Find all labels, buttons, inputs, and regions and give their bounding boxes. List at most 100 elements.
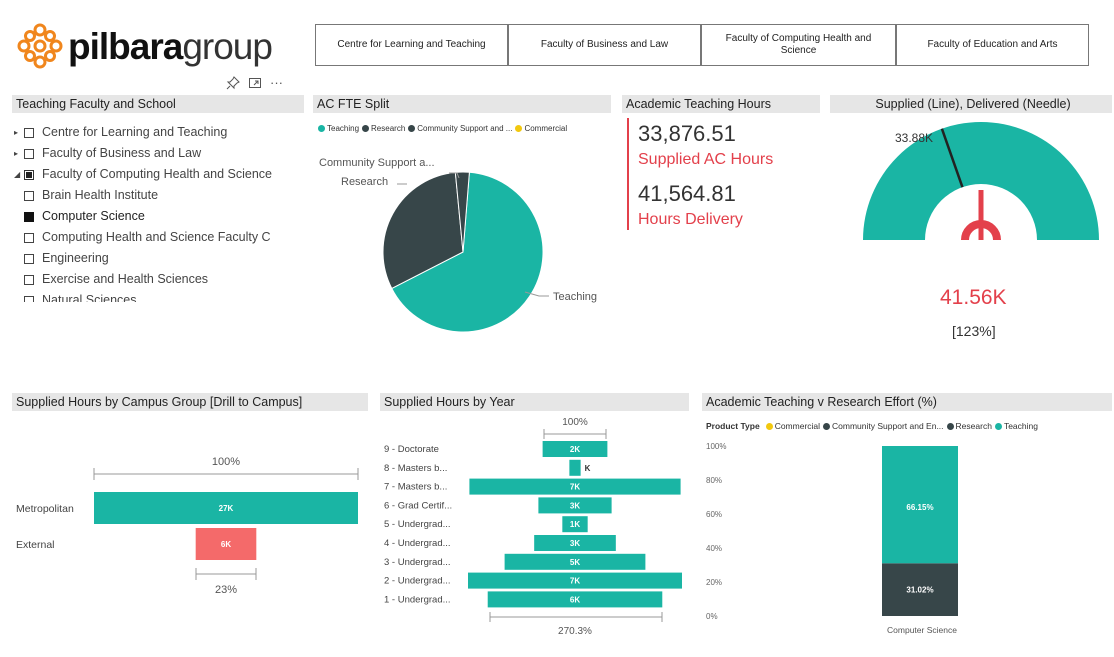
effort-research-label: 31.02%	[906, 586, 933, 595]
gauge-percent-label: [123%]	[952, 323, 996, 339]
year-category-label: 6 - Grad Certif...	[384, 500, 452, 511]
tree-item-label: Natural Sciences	[42, 293, 137, 302]
slicer-button-computing-health-science[interactable]: Faculty of Computing Health and Science	[701, 24, 896, 66]
tree-item-exercise-health[interactable]: Exercise and Health Sciences	[14, 269, 304, 290]
effort-category-label: Computer Science	[887, 625, 957, 635]
tree-item-computing-health-science[interactable]: ◢ Faculty of Computing Health and Science	[14, 164, 304, 185]
effort-ytick-label: 40%	[706, 544, 722, 553]
slicer-button-centre-learning-teaching[interactable]: Centre for Learning and Teaching	[315, 24, 508, 66]
checkbox-icon[interactable]	[24, 295, 34, 302]
year-category-label: 7 - Masters b...	[384, 482, 447, 493]
checkbox-partial-icon[interactable]	[24, 169, 34, 180]
tree-item-label: Computing Health and Science Faculty C	[42, 230, 271, 244]
effort-legend-research-marker	[946, 422, 954, 430]
effort-legend-community-marker	[823, 422, 831, 430]
pilbara-logo: pilbaragroup	[16, 22, 276, 72]
year-bottom-percent: 270.3%	[558, 626, 592, 637]
year-top-percent: 100%	[562, 417, 588, 428]
logo-name-bold: pilbara	[68, 26, 183, 67]
checkbox-icon[interactable]	[24, 127, 34, 138]
pin-icon[interactable]	[226, 76, 240, 90]
campus-funnel-chart: 100% 23% 27K Metropolitan 6K External	[16, 456, 359, 596]
year-bar-label: 5K	[570, 558, 580, 567]
tree-item-computer-science[interactable]: Computer Science	[14, 206, 304, 227]
campus-bottom-percent: 23%	[215, 584, 237, 596]
gauge-line-label: 33.88K	[895, 131, 933, 145]
tree-item-brain-health-institute[interactable]: Brain Health Institute	[14, 185, 304, 206]
checkbox-icon[interactable]	[24, 190, 34, 201]
more-options-icon[interactable]: ···	[270, 76, 283, 90]
campus-category-label: Metropolitan	[16, 503, 74, 515]
checkbox-icon[interactable]	[24, 232, 34, 243]
academic-hours-title: Academic Teaching Hours	[622, 95, 820, 113]
effort-legend-teaching-marker	[994, 422, 1002, 430]
delivery-hours-label: Hours Delivery	[638, 211, 743, 228]
campus-top-percent: 100%	[212, 456, 240, 468]
year-bar-label: 7K	[570, 483, 580, 492]
kpi-accent-bar	[627, 118, 629, 230]
pie-label-research: Research	[341, 176, 388, 188]
year-bar-label: 3K	[570, 539, 580, 548]
logo-name-light: group	[182, 26, 273, 67]
tree-item-label: Faculty of Computing Health and Science	[42, 167, 272, 181]
year-bar-label: 2K	[570, 445, 580, 454]
effort-ytick-label: 0%	[706, 612, 718, 621]
effort-teaching-label: 66.15%	[906, 503, 933, 512]
year-bar[interactable]	[569, 459, 581, 476]
pie-label-teaching: Teaching	[553, 291, 597, 303]
tree-item-label: Engineering	[42, 251, 109, 265]
effort-ytick-label: 100%	[706, 442, 726, 451]
effort-legend-teaching: Teaching	[1003, 421, 1038, 431]
effort-legend-commercial: Commercial	[774, 421, 821, 431]
campus-title: Supplied Hours by Campus Group [Drill to…	[12, 393, 368, 411]
fte-legend: Teaching Research Community Support and …	[318, 124, 567, 133]
effort-legend-commercial-marker	[765, 422, 773, 430]
tree-item-natural-sciences[interactable]: Natural Sciences	[14, 290, 304, 302]
logo-mark-icon	[17, 23, 63, 69]
expand-icon[interactable]: ▸	[14, 143, 24, 164]
checkbox-checked-icon[interactable]	[24, 211, 34, 222]
tree-item-engineering[interactable]: Engineering	[14, 248, 304, 269]
gauge-chart: 33.88K	[863, 122, 1099, 241]
effort-legend-community: Community Support and En...	[832, 421, 944, 431]
legend-commercial-marker	[515, 125, 523, 132]
focus-mode-icon[interactable]	[248, 76, 262, 90]
visual-header-toolbar: ···	[226, 76, 283, 90]
checkbox-icon[interactable]	[24, 253, 34, 264]
tree-item-label: Brain Health Institute	[42, 188, 159, 202]
tree-item-business-law[interactable]: ▸ Faculty of Business and Law	[14, 143, 304, 164]
year-category-label: 9 - Doctorate	[384, 444, 439, 455]
checkbox-icon[interactable]	[24, 148, 34, 159]
expand-icon[interactable]: ▸	[14, 122, 24, 143]
teaching-faculty-title: Teaching Faculty and School	[12, 95, 304, 113]
by-year-title: Supplied Hours by Year	[380, 393, 689, 411]
effort-title: Academic Teaching v Research Effort (%)	[702, 393, 1112, 411]
legend-research: Research	[371, 124, 406, 133]
campus-bar-label: 6K	[221, 540, 231, 549]
effort-legend-title: Product Type	[706, 421, 760, 431]
tree-item-label: Computer Science	[42, 209, 145, 223]
tree-item-centre-learning-teaching[interactable]: ▸ Centre for Learning and Teaching	[14, 122, 304, 143]
legend-research-marker	[362, 125, 370, 132]
teaching-faculty-tree[interactable]: ▸ Centre for Learning and Teaching ▸ Facul…	[14, 122, 304, 302]
tree-item-label: Centre for Learning and Teaching	[42, 125, 228, 139]
year-bar-label: 6K	[570, 595, 580, 604]
campus-category-label: External	[16, 539, 55, 551]
effort-ytick-label: 80%	[706, 476, 722, 485]
gauge-value-label: 41.56K	[940, 286, 1007, 309]
slicer-button-business-law[interactable]: Faculty of Business and Law	[508, 24, 701, 66]
legend-teaching-marker	[318, 125, 325, 132]
effort-legend-research: Research	[955, 421, 992, 431]
collapse-icon[interactable]: ◢	[14, 164, 24, 185]
slicer-button-education-arts[interactable]: Faculty of Education and Arts	[896, 24, 1089, 66]
year-category-label: 1 - Undergrad...	[384, 594, 451, 605]
tree-item-label: Faculty of Business and Law	[42, 146, 202, 160]
campus-bar-label: 27K	[219, 504, 234, 513]
legend-community: Community Support and ...	[417, 124, 513, 133]
supplied-hours-value: 33,876.51	[638, 121, 736, 146]
fte-split-title: AC FTE Split	[313, 95, 611, 113]
legend-teaching: Teaching	[327, 124, 360, 133]
year-bar-label: 3K	[570, 501, 580, 510]
tree-item-computing-faculty[interactable]: Computing Health and Science Faculty C	[14, 227, 304, 248]
checkbox-icon[interactable]	[24, 274, 34, 285]
